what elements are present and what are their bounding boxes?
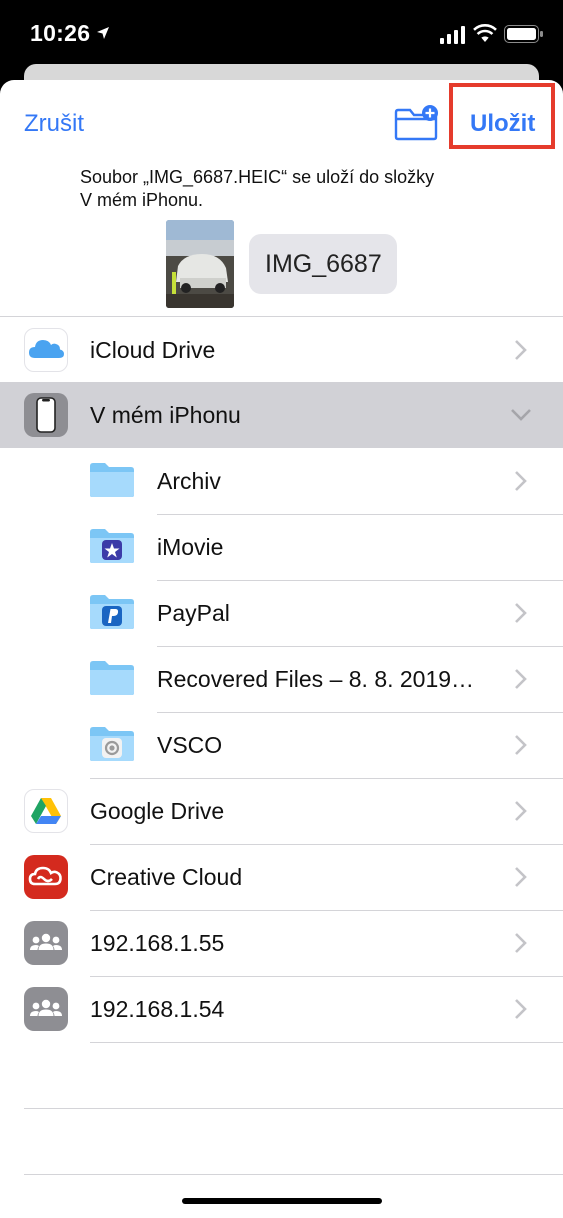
- chevron-down-icon: [511, 409, 531, 421]
- save-message-line2: V mém iPhonu.: [80, 190, 204, 210]
- filename-text: IMG_6687: [265, 250, 382, 278]
- home-indicator[interactable]: [182, 1198, 382, 1204]
- chevron-right-icon: [515, 603, 527, 623]
- cellular-signal-icon: [440, 26, 465, 44]
- location-label: 192.168.1.55: [90, 930, 225, 956]
- cancel-button[interactable]: Zrušit: [24, 110, 84, 138]
- location-creative-cloud[interactable]: Creative Cloud: [0, 844, 563, 910]
- divider: [24, 1108, 563, 1109]
- server-group-icon: [24, 987, 68, 1031]
- location-server-54[interactable]: 192.168.1.54: [0, 976, 563, 1042]
- wifi-icon: [473, 24, 497, 42]
- chevron-right-icon: [515, 801, 527, 821]
- folder-icon: [90, 661, 134, 695]
- folder-label: Archiv: [157, 468, 221, 494]
- server-group-icon: [24, 921, 68, 965]
- location-arrow-icon: [97, 27, 109, 39]
- save-button[interactable]: Uložit: [470, 110, 535, 138]
- filename-field[interactable]: IMG_6687: [249, 234, 397, 294]
- chevron-right-icon: [515, 999, 527, 1019]
- location-label: iCloud Drive: [90, 337, 216, 363]
- folder-vsco[interactable]: VSCO: [0, 712, 563, 778]
- location-label: Creative Cloud: [90, 864, 243, 890]
- folder-label: PayPal: [157, 600, 230, 626]
- chevron-right-icon: [515, 471, 527, 491]
- location-server-55[interactable]: 192.168.1.55: [0, 910, 563, 976]
- chevron-right-icon: [515, 867, 527, 887]
- new-folder-icon[interactable]: [394, 105, 440, 141]
- save-message-line1: Soubor „IMG_6687.HEIC“ se uloží do složk…: [80, 167, 435, 187]
- divider: [24, 1174, 563, 1175]
- chevron-right-icon: [515, 933, 527, 953]
- folder-label: Recovered Files – 8. 8. 2019…: [157, 666, 475, 692]
- creative-cloud-icon: [24, 855, 68, 899]
- iphone-icon: [24, 393, 68, 437]
- location-google-drive[interactable]: Google Drive: [0, 778, 563, 844]
- chevron-right-icon: [515, 735, 527, 755]
- folder-paypal[interactable]: PayPal: [0, 580, 563, 646]
- divider: [90, 1042, 563, 1043]
- status-bar: 10:26: [0, 0, 563, 70]
- paypal-folder-icon: [90, 595, 134, 629]
- status-time: 10:26: [30, 20, 91, 46]
- imovie-folder-icon: [90, 529, 134, 563]
- location-label: V mém iPhonu: [90, 402, 241, 428]
- save-sheet: Zrušit Uložit Soubor „IMG_6687.HEIC“ se …: [0, 80, 563, 1218]
- google-drive-icon: [24, 789, 68, 833]
- location-icloud-drive[interactable]: iCloud Drive: [0, 317, 563, 383]
- vsco-folder-icon: [90, 727, 134, 761]
- location-on-my-iphone[interactable]: V mém iPhonu: [0, 382, 563, 448]
- battery-icon: [504, 25, 543, 43]
- folder-icon: [90, 463, 134, 497]
- folder-label: iMovie: [157, 534, 224, 560]
- location-label: Google Drive: [90, 798, 225, 824]
- folder-imovie[interactable]: iMovie: [0, 514, 563, 580]
- photo-thumbnail: [166, 220, 234, 308]
- icloud-icon: [24, 328, 68, 372]
- chevron-right-icon: [515, 340, 527, 360]
- location-label: 192.168.1.54: [90, 996, 225, 1022]
- folder-label: VSCO: [157, 732, 223, 758]
- chevron-right-icon: [515, 669, 527, 689]
- folder-recovered-files[interactable]: Recovered Files – 8. 8. 2019…: [0, 646, 563, 712]
- save-message: Soubor „IMG_6687.HEIC“ se uloží do složk…: [80, 166, 510, 212]
- folder-archiv[interactable]: Archiv: [0, 448, 563, 514]
